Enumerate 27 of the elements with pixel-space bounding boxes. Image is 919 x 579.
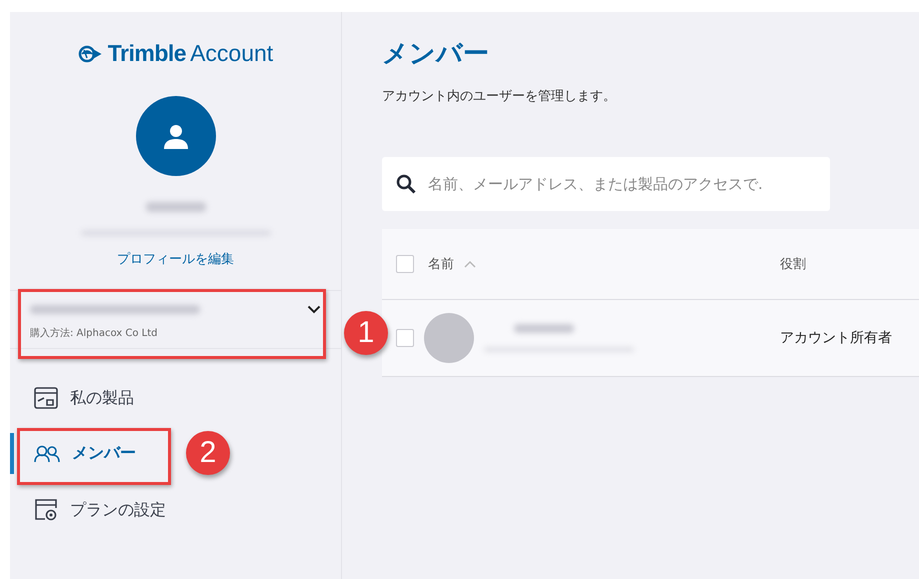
logo-subtitle: Account [190, 40, 274, 67]
redacted-name [514, 324, 574, 333]
search-icon [396, 174, 416, 194]
edit-profile-link[interactable]: プロフィールを編集 [117, 250, 234, 268]
browser-window-icon [34, 387, 58, 409]
select-all-checkbox[interactable] [396, 255, 414, 273]
purchase-info: 購入方法: Alphacox Co Ltd [30, 326, 159, 340]
chevron-down-icon [307, 305, 321, 314]
nav-item[interactable]: 私の製品 [26, 375, 142, 421]
redacted-name [146, 202, 206, 212]
step-badge: 2 [186, 431, 230, 475]
page-title: メンバー [382, 38, 490, 71]
table-cell: アカウント所有者 [780, 330, 892, 346]
column-header[interactable]: 名前 [428, 255, 454, 273]
column-header[interactable]: 役割 [780, 257, 806, 272]
people-icon [34, 444, 60, 462]
row-checkbox[interactable] [396, 329, 414, 347]
window-gear-icon [34, 498, 58, 522]
avatar [424, 313, 474, 363]
nav-item[interactable]: メンバー [26, 431, 144, 476]
globe-logo-icon [78, 44, 102, 64]
person-icon [162, 122, 190, 150]
logo-text: Trimble [108, 40, 186, 67]
search-field[interactable]: 名前、メールアドレス、または製品のアクセスで. [382, 157, 830, 211]
nav-item[interactable]: プランの設定 [26, 486, 174, 534]
page-subtitle: アカウント内のユーザーを管理します。 [382, 88, 617, 105]
account-selector[interactable]: 購入方法: Alphacox Co Ltd [10, 291, 341, 348]
